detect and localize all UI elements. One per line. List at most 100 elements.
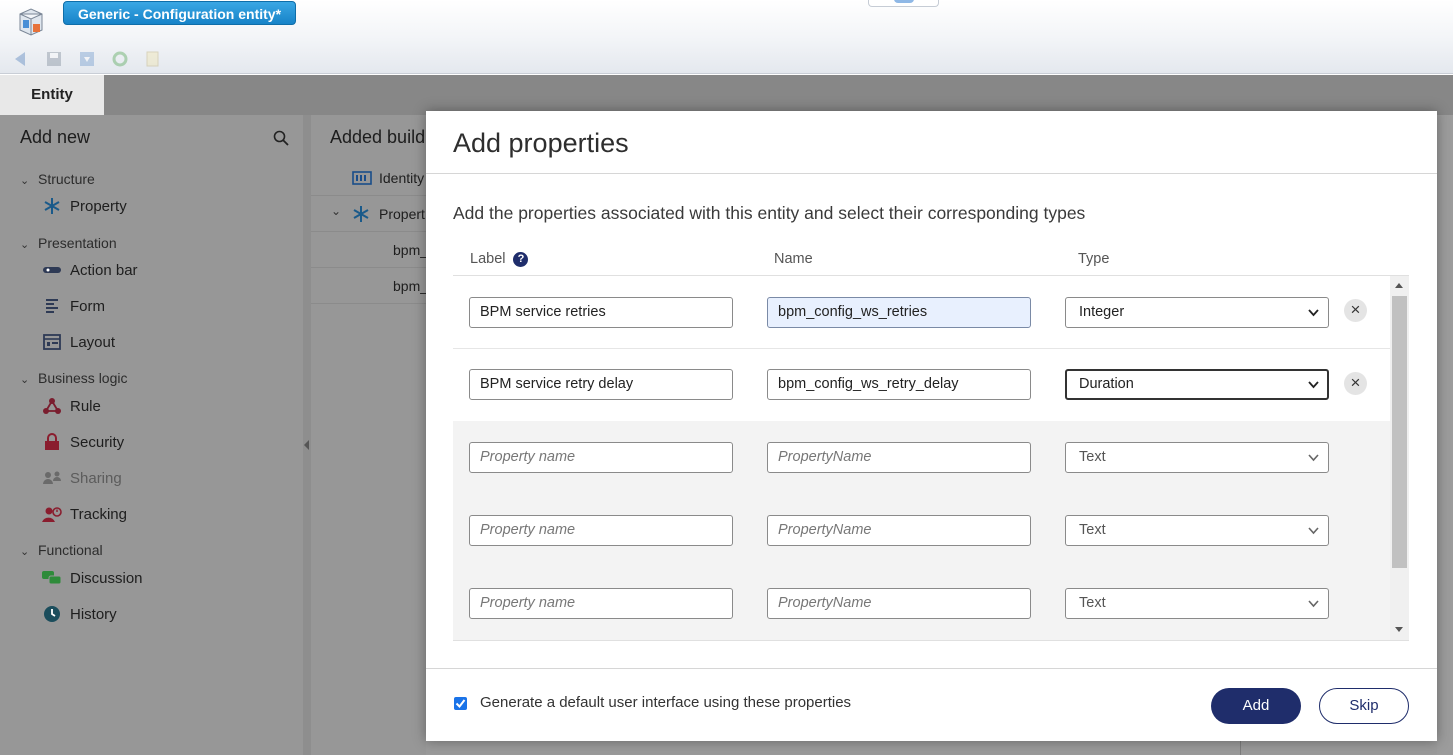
table-row: Property name PropertyName Text (453, 421, 1390, 495)
dialog-description: Add the properties associated with this … (453, 203, 1086, 223)
group-business-logic[interactable]: ⌄ Business logic (20, 370, 128, 386)
document-tab[interactable]: Generic - Configuration entity* (63, 1, 297, 25)
type-select-value: Text (1079, 595, 1106, 611)
panel-splitter[interactable] (303, 115, 311, 755)
type-select[interactable]: Text (1065, 442, 1329, 473)
history-icon (42, 605, 62, 623)
top-handle[interactable] (868, 0, 939, 7)
sharing-icon (42, 469, 62, 487)
close-icon: × (1350, 373, 1361, 392)
label-input[interactable]: BPM service retry delay (469, 369, 733, 400)
divider (426, 668, 1437, 669)
type-select[interactable]: Text (1065, 515, 1329, 546)
lock-icon (42, 433, 62, 451)
checkmark-icon (455, 699, 466, 709)
label-input[interactable]: BPM service retries (469, 297, 733, 328)
chevron-down-icon: ⌄ (20, 374, 30, 386)
scroll-up-icon[interactable] (1395, 283, 1403, 288)
label-input[interactable]: Property name (469, 588, 733, 619)
sidebar-item-property[interactable]: Property (42, 197, 127, 215)
sidebar-item-sharing[interactable]: Sharing (42, 469, 122, 487)
generate-ui-checkbox[interactable] (454, 697, 467, 710)
chevron-down-icon: ⌄ (20, 546, 30, 558)
properties-table: BPM service retries bpm_config_ws_retrie… (453, 275, 1409, 641)
list-item-label: Propert (379, 206, 425, 222)
panel-title: Added build (330, 127, 426, 147)
discussion-icon (42, 569, 62, 587)
action-bar-icon (42, 261, 62, 279)
remove-row-button[interactable]: × (1344, 372, 1367, 395)
label-input[interactable]: Property name (469, 515, 733, 546)
back-icon[interactable] (12, 50, 30, 68)
skip-button[interactable]: Skip (1319, 688, 1409, 724)
type-select-value: Text (1079, 522, 1106, 538)
save-close-icon[interactable] (78, 50, 96, 68)
chevron-down-icon: ⌄ (20, 239, 30, 251)
form-icon (42, 297, 62, 315)
sidebar-item-history[interactable]: History (42, 605, 117, 623)
name-input[interactable]: bpm_config_ws_retry_delay (767, 369, 1031, 400)
tab-strip (104, 75, 1453, 115)
app-logo-icon (19, 8, 43, 36)
chevron-down-icon (1308, 527, 1319, 535)
table-scrollbar[interactable] (1390, 276, 1409, 640)
type-select[interactable]: Duration (1065, 369, 1329, 400)
list-item[interactable]: Identity (311, 160, 426, 196)
list-item-label: bpm_ (393, 278, 429, 294)
tab-entity[interactable]: Entity (0, 75, 104, 115)
column-header-label: Label? (470, 251, 529, 267)
list-item[interactable]: ⌄ Propert (311, 196, 426, 232)
help-icon[interactable]: ? (513, 252, 529, 267)
sidebar-item-form[interactable]: Form (42, 297, 105, 315)
sidebar-item-label: Security (70, 433, 125, 451)
sidebar-item-rule[interactable]: Rule (42, 397, 101, 415)
edit-icon[interactable] (144, 50, 162, 68)
divider (426, 173, 1437, 174)
asterisk-icon (42, 197, 62, 215)
group-structure[interactable]: ⌄ Structure (20, 171, 95, 187)
add-button[interactable]: Add (1211, 688, 1301, 724)
chevron-down-icon: ⌄ (331, 204, 342, 218)
type-select[interactable]: Text (1065, 588, 1329, 619)
group-label: Functional (38, 542, 103, 558)
list-item[interactable]: bpm_ (311, 232, 428, 268)
group-label: Presentation (38, 235, 117, 251)
title-bar: Generic - Configuration entity* (0, 0, 1453, 74)
type-select-value: Duration (1079, 376, 1134, 392)
refresh-icon[interactable] (111, 50, 129, 68)
name-input[interactable]: PropertyName (767, 588, 1031, 619)
list-item[interactable]: bpm_ (311, 268, 429, 304)
asterisk-icon (353, 206, 369, 222)
scrollbar-thumb[interactable] (1392, 296, 1407, 568)
type-select[interactable]: Integer (1065, 297, 1329, 328)
toolbar (12, 50, 177, 68)
table-row: Property name PropertyName Text (453, 568, 1390, 640)
chevron-down-icon (1308, 381, 1319, 389)
generate-ui-label[interactable]: Generate a default user interface using … (480, 694, 851, 711)
sidebar-item-label: Sharing (70, 469, 122, 487)
group-presentation[interactable]: ⌄ Presentation (20, 235, 117, 251)
chevron-down-icon (1308, 600, 1319, 608)
name-input[interactable]: PropertyName (767, 515, 1031, 546)
sidebar-item-discussion[interactable]: Discussion (42, 569, 143, 587)
label-input[interactable]: Property name (469, 442, 733, 473)
sidebar-item-security[interactable]: Security (42, 433, 124, 451)
collapse-arrow-icon[interactable] (304, 440, 309, 450)
name-input[interactable]: bpm_config_ws_retries (767, 297, 1031, 328)
column-header-text: Label (470, 251, 506, 267)
remove-row-button[interactable]: × (1344, 299, 1367, 322)
save-icon[interactable] (45, 50, 63, 68)
group-functional[interactable]: ⌄ Functional (20, 542, 103, 558)
added-building-blocks-panel: Added build Identity ⌄ Propert bpm_ bpm_ (311, 115, 429, 755)
search-icon[interactable] (273, 130, 289, 146)
scroll-down-icon[interactable] (1395, 627, 1403, 632)
add-properties-dialog: Add properties Add the properties associ… (426, 111, 1437, 741)
sidebar-item-label: Form (70, 297, 105, 315)
chevron-down-icon (1308, 309, 1319, 317)
column-header-type: Type (1078, 251, 1110, 267)
sidebar-item-tracking[interactable]: Tracking (42, 505, 127, 523)
sidebar-item-layout[interactable]: Layout (42, 333, 115, 351)
column-header-name: Name (774, 251, 813, 267)
sidebar-item-action-bar[interactable]: Action bar (42, 261, 138, 279)
name-input[interactable]: PropertyName (767, 442, 1031, 473)
